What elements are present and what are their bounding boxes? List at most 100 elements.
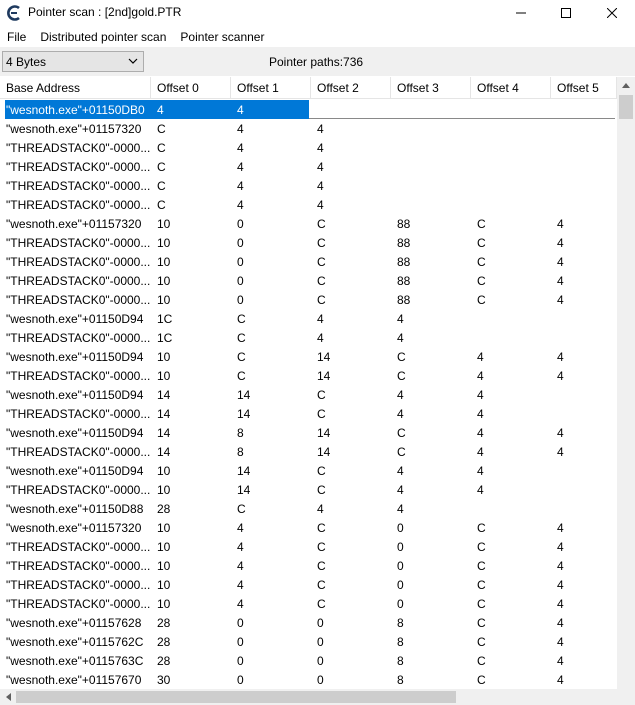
table-row[interactable]: "wesnoth.exe"+01150D94 10 C 14 C 4 4	[0, 347, 617, 366]
table-row[interactable]: "THREADSTACK0"-0000... C 4 4	[0, 176, 617, 195]
cell-offset-4: 4	[477, 350, 484, 364]
pointer-list[interactable]: Base Address Offset 0 Offset 1 Offset 2 Offs…	[0, 77, 635, 689]
table-row[interactable]: "THREADSTACK0"-0000... 14 14 C 4 4	[0, 404, 617, 423]
table-row[interactable]: "THREADSTACK0"-0000... 10 4 C 0 C 4	[0, 594, 617, 613]
menu-distributed-pointer-scan[interactable]: Distributed pointer scan	[33, 27, 173, 47]
cell-offset-2: 14	[317, 350, 331, 364]
vertical-scroll-thumb[interactable]	[619, 95, 633, 119]
cell-offset-2: C	[317, 521, 326, 535]
table-row[interactable]: "THREADSTACK0"-0000... 10 14 C 4 4	[0, 480, 617, 499]
cell-offset-3: 88	[397, 236, 411, 250]
cell-offset-1: 8	[237, 445, 244, 459]
scroll-left-button[interactable]	[0, 689, 16, 705]
table-row[interactable]: "wesnoth.exe"+01157320 C 4 4	[0, 119, 617, 138]
value-type-selected: 4 Bytes	[6, 55, 47, 69]
vertical-scrollbar[interactable]	[617, 77, 635, 689]
table-row[interactable]: "wesnoth.exe"+01150D94 14 8 14 C 4 4	[0, 423, 617, 442]
cell-offset-3	[391, 195, 471, 214]
table-row[interactable]: "wesnoth.exe"+0115762C 28 0 0 8 C 4	[0, 632, 617, 651]
cell-offset-1: 0	[237, 255, 244, 269]
table-row[interactable]: "THREADSTACK0"-0000... 1C C 4 4	[0, 328, 617, 347]
table-row[interactable]: "wesnoth.exe"+01157320 10 0 C 88 C 4	[0, 214, 617, 233]
column-header-offset-1[interactable]: Offset 1	[231, 77, 311, 99]
cell-offset-1: 0	[237, 635, 244, 649]
cell-offset-0: C	[157, 160, 166, 174]
cell-offset-5	[551, 328, 617, 347]
cell-offset-3: 88	[397, 217, 411, 231]
cell-offset-4: C	[477, 293, 486, 307]
cell-offset-0: 10	[157, 274, 171, 288]
column-header-base-address[interactable]: Base Address	[0, 77, 151, 99]
cell-offset-4	[471, 195, 551, 214]
table-row[interactable]: "wesnoth.exe"+01150D94 14 14 C 4 4	[0, 385, 617, 404]
cell-offset-3: 0	[397, 540, 404, 554]
close-button[interactable]	[589, 0, 635, 26]
cell-offset-0: 28	[157, 635, 171, 649]
table-row[interactable]: "THREADSTACK0"-0000... 10 0 C 88 C 4	[0, 233, 617, 252]
table-row[interactable]: "THREADSTACK0"-0000... C 4 4	[0, 138, 617, 157]
table-row[interactable]: "wesnoth.exe"+01157670 30 0 0 8 C 4	[0, 670, 617, 689]
cell-offset-0: 14	[157, 388, 171, 402]
column-header-offset-2[interactable]: Offset 2	[311, 77, 391, 99]
value-type-select[interactable]: 4 Bytes	[2, 51, 144, 72]
cell-offset-1: 4	[237, 179, 244, 193]
cell-offset-5	[551, 119, 617, 138]
table-row[interactable]: "wesnoth.exe"+01150D88 28 C 4 4	[0, 499, 617, 518]
table-row[interactable]: "wesnoth.exe"+01150D94 1C C 4 4	[0, 309, 617, 328]
table-row[interactable]: "THREADSTACK0"-0000... C 4 4	[0, 195, 617, 214]
table-row[interactable]: "THREADSTACK0"-0000... 10 0 C 88 C 4	[0, 271, 617, 290]
cell-offset-4: C	[477, 255, 486, 269]
cell-offset-1: 14	[237, 388, 251, 402]
table-row[interactable]: "wesnoth.exe"+01157628 28 0 0 8 C 4	[0, 613, 617, 632]
cell-offset-5: 4	[557, 426, 564, 440]
column-header-offset-0[interactable]: Offset 0	[151, 77, 231, 99]
cell-offset-4: C	[477, 578, 486, 592]
column-header-offset-3[interactable]: Offset 3	[391, 77, 471, 99]
cell-offset-0: 10	[157, 255, 171, 269]
minimize-button[interactable]	[498, 0, 544, 26]
table-row[interactable]: "THREADSTACK0"-0000... 10 0 C 88 C 4	[0, 290, 617, 309]
table-row[interactable]: "THREADSTACK0"-0000... 10 C 14 C 4 4	[0, 366, 617, 385]
cell-offset-3: 4	[397, 407, 404, 421]
cell-base-address: "THREADSTACK0"-0000...	[6, 160, 151, 174]
cell-offset-0: 28	[157, 616, 171, 630]
cell-base-address: "THREADSTACK0"-0000...	[6, 179, 151, 193]
cell-base-address: "THREADSTACK0"-0000...	[6, 255, 151, 269]
table-row[interactable]: "THREADSTACK0"-0000... 10 0 C 88 C 4	[0, 252, 617, 271]
cell-offset-5: 4	[557, 255, 564, 269]
horizontal-scroll-thumb[interactable]	[16, 691, 456, 703]
table-row[interactable]: "wesnoth.exe"+0115763C 28 0 0 8 C 4	[0, 651, 617, 670]
cell-offset-0: C	[157, 179, 166, 193]
table-row[interactable]: "wesnoth.exe"+01150D94 10 14 C 4 4	[0, 461, 617, 480]
cell-offset-2: 4	[317, 160, 324, 174]
cell-offset-4: 4	[477, 426, 484, 440]
cell-offset-4: C	[477, 521, 486, 535]
maximize-button[interactable]	[543, 0, 589, 26]
cell-offset-0: C	[157, 198, 166, 212]
scroll-up-button[interactable]	[617, 77, 635, 94]
menu-file[interactable]: File	[0, 27, 33, 47]
cell-offset-5	[551, 461, 617, 480]
cell-offset-1: 0	[237, 217, 244, 231]
column-header-offset-5[interactable]: Offset 5	[551, 77, 617, 99]
pointer-paths-count: Pointer paths:736	[269, 55, 364, 69]
cell-offset-5: 4	[557, 635, 564, 649]
cell-base-address: "wesnoth.exe"+01150D94	[6, 350, 144, 364]
cell-base-address: "THREADSTACK0"-0000...	[6, 198, 151, 212]
cell-offset-4: C	[477, 559, 486, 573]
cell-offset-5: 4	[557, 540, 564, 554]
table-row[interactable]: "THREADSTACK0"-0000... C 4 4	[0, 157, 617, 176]
cell-offset-4: 4	[477, 407, 484, 421]
table-row[interactable]: "wesnoth.exe"+01150DB0 4 4	[0, 100, 617, 119]
table-row[interactable]: "THREADSTACK0"-0000... 10 4 C 0 C 4	[0, 575, 617, 594]
menu-pointer-scanner[interactable]: Pointer scanner	[173, 27, 271, 47]
table-row[interactable]: "wesnoth.exe"+01157320 10 4 C 0 C 4	[0, 518, 617, 537]
column-header-offset-4[interactable]: Offset 4	[471, 77, 551, 99]
table-row[interactable]: "THREADSTACK0"-0000... 14 8 14 C 4 4	[0, 442, 617, 461]
cell-base-address: "wesnoth.exe"+01157320	[6, 122, 142, 136]
cell-base-address: "THREADSTACK0"-0000...	[6, 141, 151, 155]
cell-offset-5: 4	[557, 274, 564, 288]
table-row[interactable]: "THREADSTACK0"-0000... 10 4 C 0 C 4	[0, 537, 617, 556]
cell-offset-2	[311, 100, 391, 119]
table-row[interactable]: "THREADSTACK0"-0000... 10 4 C 0 C 4	[0, 556, 617, 575]
